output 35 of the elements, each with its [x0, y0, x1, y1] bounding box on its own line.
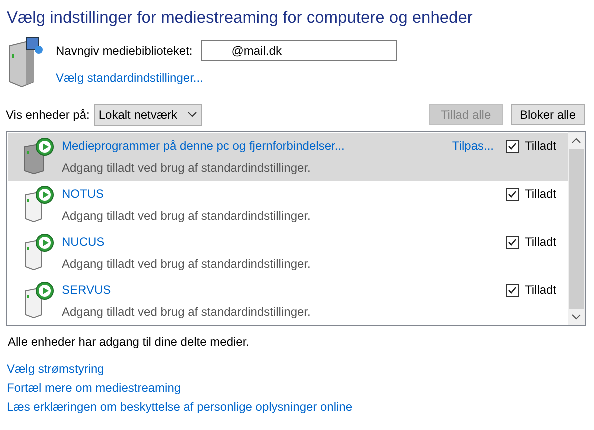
allowed-label: Tilladt [525, 138, 557, 155]
device-name-link[interactable]: SERVUS [62, 281, 506, 299]
checkbox[interactable] [506, 236, 519, 248]
customize-link[interactable]: Tilpas... [452, 137, 494, 155]
device-status: Adgang tilladt ved brug af standardindstillinger. [62, 304, 312, 321]
library-name-field[interactable]: @mail.dk [200, 40, 397, 61]
device-status: Adgang tilladt ved brug af standardindstillinger. [62, 160, 312, 177]
allowed-label: Tilladt [525, 234, 557, 251]
scroll-up-icon[interactable] [572, 138, 581, 144]
checkbox[interactable] [506, 188, 519, 200]
block-all-button[interactable]: Bloker alle [511, 104, 585, 125]
help-link[interactable]: Læs erklæringen om beskyttelse af personlige oplysninger online [7, 399, 353, 415]
device-status: Adgang tilladt ved brug af standardindstillinger. [62, 256, 312, 273]
page-title: Vælg indstillinger for mediestreaming for computere og enheder [7, 8, 473, 29]
device-name-link[interactable]: NUCUS [62, 233, 506, 251]
network-dropdown[interactable]: Lokalt netværk [94, 104, 202, 126]
scrollbar[interactable] [568, 132, 585, 325]
device-row[interactable]: Medieprogrammer på denne pc og fjernforbindelser... Adgang tilladt ved brug af standardindstillinger. Tilpas... Tilladt [8, 133, 568, 181]
caret-icon [188, 112, 197, 118]
scroll-down-icon[interactable] [572, 314, 581, 320]
library-name-label: Navngiv mediebiblioteket: [56, 42, 193, 60]
computer-play-icon [22, 137, 56, 175]
checkbox[interactable] [506, 284, 519, 296]
help-link[interactable]: Fortæl mere om mediestreaming [7, 380, 353, 396]
summary-text: Alle enheder har adgang til dine delte medier. [8, 334, 250, 351]
device-name-link[interactable]: Medieprogrammer på denne pc og fjernforbindelser... [62, 137, 452, 155]
checkbox[interactable] [506, 140, 519, 152]
device-status: Adgang tilladt ved brug af standardindstillinger. [62, 208, 312, 225]
help-link[interactable]: Vælg strømstyring [7, 361, 353, 377]
allowed-label: Tilladt [525, 282, 557, 299]
device-name-link[interactable]: NOTUS [62, 185, 506, 203]
allowed-label: Tilladt [525, 186, 557, 203]
media-server-icon [8, 36, 46, 88]
filter-label: Vis enheder på: [6, 107, 90, 124]
defaults-link[interactable]: Vælg standardindstillinger... [56, 69, 397, 87]
